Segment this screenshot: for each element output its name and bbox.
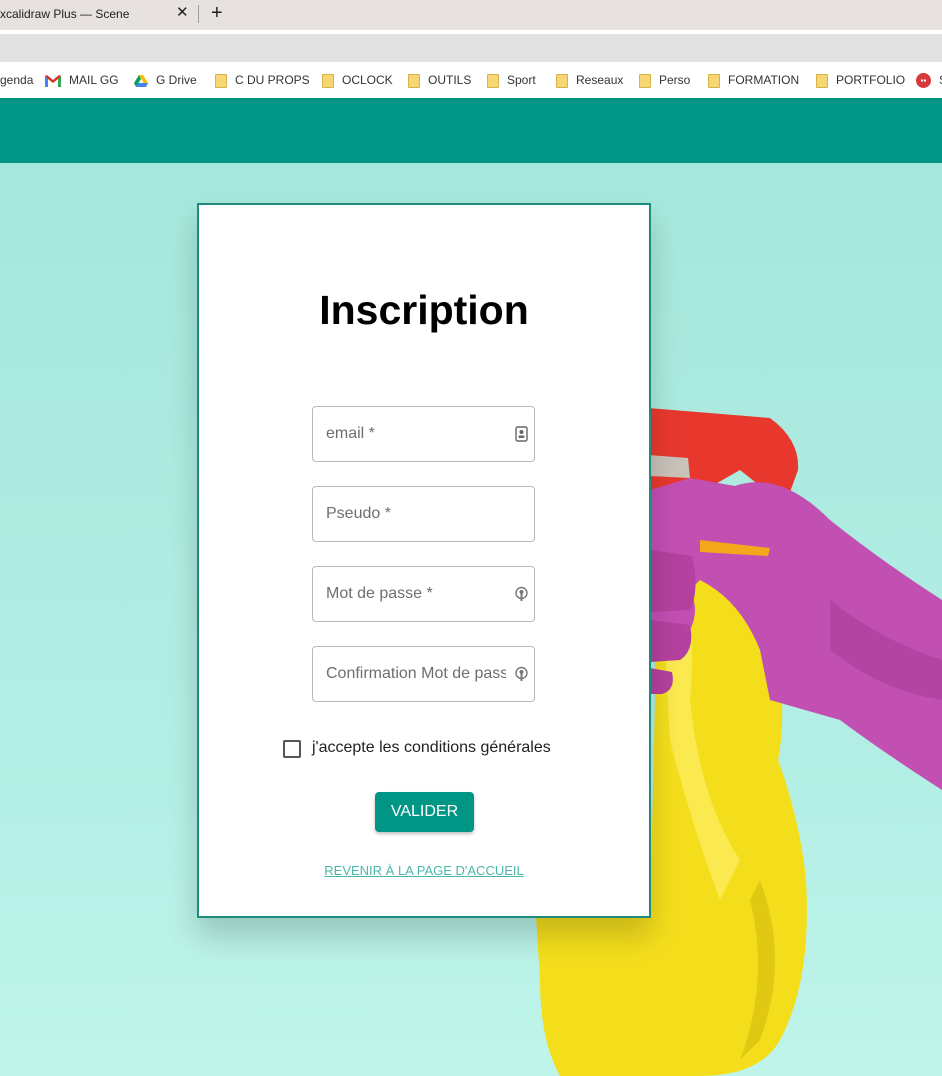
browser-tab-bar: xcalidraw Plus — Scene ✕ + (0, 0, 942, 30)
email-field[interactable] (312, 406, 535, 462)
folder-icon (816, 73, 828, 88)
bookmark-label: genda (0, 73, 34, 87)
bookmark-label: Perso (659, 73, 691, 87)
signup-card: Inscription j'accepte les conditions gén… (197, 203, 651, 918)
bookmark-label: OCLOCK (342, 73, 393, 87)
bookmark-formation[interactable]: FORMATION (708, 72, 799, 88)
bookmark-oclock[interactable]: OCLOCK (322, 72, 393, 88)
back-to-home-link[interactable]: REVENIR À LA PAGE D'ACCUEIL (199, 863, 649, 878)
folder-icon (556, 73, 568, 88)
page-title: Inscription (319, 287, 529, 333)
new-tab-icon[interactable]: + (211, 2, 223, 24)
site-header (0, 98, 942, 163)
bookmark-label: OUTILS (428, 73, 472, 87)
confirm-password-input[interactable] (326, 647, 506, 701)
bookmark-label: C DU PROPS (235, 73, 310, 87)
folder-icon (639, 73, 651, 88)
password-input[interactable] (326, 567, 506, 621)
red-circle-icon: ▪▪ (916, 73, 931, 89)
bookmark-perso[interactable]: Perso (639, 72, 690, 88)
folder-icon (408, 73, 420, 88)
bookmark-label: PORTFOLIO (836, 73, 906, 87)
bookmark-label: Sport (507, 73, 536, 87)
browser-tab[interactable]: xcalidraw Plus — Scene ✕ (0, 0, 197, 30)
terms-checkbox[interactable] (283, 740, 301, 758)
password-key-icon[interactable] (515, 586, 528, 602)
folder-icon (322, 73, 334, 88)
submit-button[interactable]: VALIDER (375, 792, 474, 832)
bookmark-sport[interactable]: Sport (487, 72, 536, 88)
tab-title: xcalidraw Plus — Scene (0, 7, 130, 21)
close-icon[interactable]: ✕ (176, 5, 189, 21)
google-drive-icon (134, 74, 148, 87)
folder-icon (487, 73, 499, 88)
bookmark-reseaux[interactable]: Reseaux (556, 72, 623, 88)
bookmark-g-drive[interactable]: G Drive (134, 72, 197, 88)
tab-separator (198, 5, 199, 23)
bookmark-label: FORMATION (728, 73, 800, 87)
bookmark-c-du-props[interactable]: C DU PROPS (215, 72, 310, 88)
terms-label[interactable]: j'accepte les conditions générales (312, 739, 551, 757)
password-key-icon[interactable] (515, 666, 528, 682)
bookmarks-bar: genda MAIL GG G Drive C DU PROPS OCLOCK … (0, 62, 942, 98)
address-bar[interactable] (0, 34, 942, 62)
bookmark-mail-gg[interactable]: MAIL GG (45, 72, 119, 88)
confirm-password-field[interactable] (312, 646, 535, 702)
folder-icon (215, 73, 227, 88)
bookmark-agenda[interactable]: genda (0, 72, 33, 88)
gmail-icon (45, 74, 61, 87)
bookmark-label: MAIL GG (69, 73, 119, 87)
bookmark-s[interactable]: ▪▪S (916, 72, 942, 89)
pseudo-input[interactable] (326, 487, 506, 541)
bookmark-label: Reseaux (576, 73, 624, 87)
password-field[interactable] (312, 566, 535, 622)
pseudo-field[interactable] (312, 486, 535, 542)
bookmark-portfolio[interactable]: PORTFOLIO (816, 72, 905, 88)
bookmark-outils[interactable]: OUTILS (408, 72, 471, 88)
contact-card-icon (515, 426, 528, 442)
bookmark-label: G Drive (156, 73, 197, 87)
email-input[interactable] (326, 407, 506, 461)
folder-icon (708, 73, 720, 88)
